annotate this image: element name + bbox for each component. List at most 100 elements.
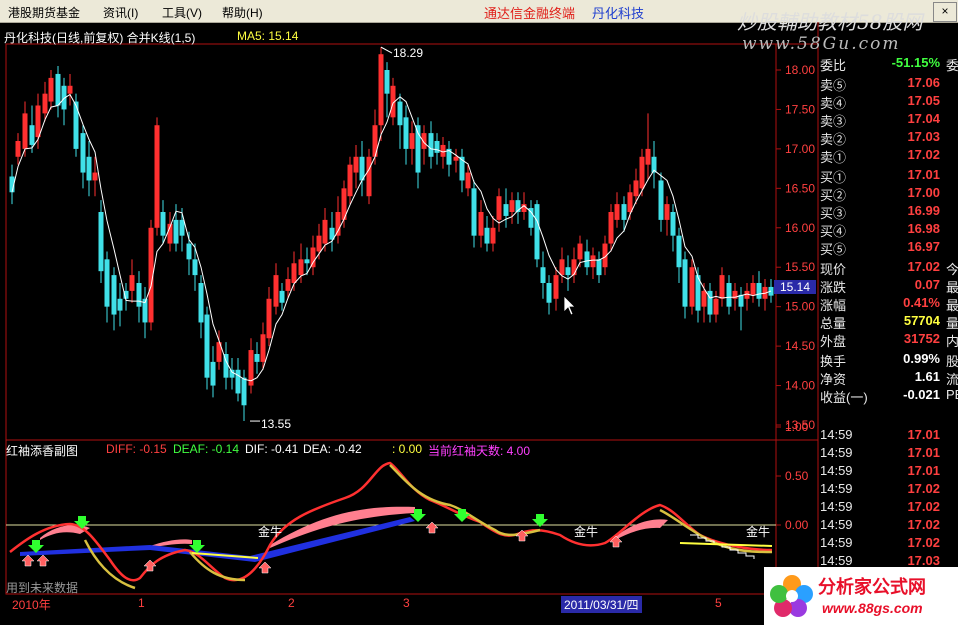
candle-body [428, 133, 434, 157]
candle-body [726, 283, 732, 307]
candle-body [192, 259, 198, 276]
quote-row: 涨跌0.07最高 [818, 276, 958, 295]
candle-body [353, 156, 359, 173]
tick-time: 14:59 [820, 517, 853, 532]
tick-price: 17.02 [907, 535, 940, 550]
candle-body [750, 283, 756, 295]
logo-url: www.88gs.com [822, 600, 923, 616]
quote-value: 1.61 [914, 369, 940, 384]
candle-body [73, 101, 79, 149]
quote-extra: PE [946, 387, 958, 402]
logo-88gs: 分析家公式网 www.88gs.com [764, 567, 958, 625]
quote-value: 17.01 [907, 167, 940, 182]
candle-body [67, 85, 73, 94]
candle-body [465, 172, 471, 189]
candle-body [738, 294, 744, 307]
pink-area [270, 506, 415, 548]
candle-body [241, 377, 247, 406]
quote-row: 买⑤ 16.97 [818, 238, 958, 257]
candle-body [496, 196, 502, 220]
candle-body [229, 369, 235, 378]
buy-arrow-icon [21, 554, 35, 567]
logo-name: 分析家公式网 [818, 577, 926, 597]
tick-price: 17.02 [907, 499, 940, 514]
candle-body [198, 283, 204, 323]
quote-value: 17.05 [907, 93, 940, 108]
candle-body [366, 156, 372, 197]
jinniu-label-3: 金牛 [746, 525, 771, 539]
buy-arrow-icon [425, 521, 439, 534]
chart-canvas[interactable]: 18.00 17.50 17.00 16.50 16.00 15.50 15.00 14.50… [0, 0, 958, 625]
candle-body [621, 204, 627, 220]
candle-body [409, 133, 415, 149]
dif-value: DIF: -0.41 [245, 442, 299, 456]
candle-body [590, 255, 596, 268]
quote-row: 卖⑤ 17.06 [818, 74, 958, 93]
flower-icon [770, 575, 813, 617]
price-tick-label: 18.00 [785, 63, 815, 77]
tick-row: 14:59 17.02 [818, 480, 958, 498]
diff-value: DIFF: -0.15 [106, 442, 167, 456]
quote-row: 买① 17.01 [818, 166, 958, 185]
low-marker: 13.55 [261, 417, 292, 431]
quote-value: 16.97 [907, 239, 940, 254]
candle-body [577, 243, 583, 260]
candle-body [453, 156, 459, 161]
quote-row: 卖① 17.02 [818, 146, 958, 165]
jinniu-label-1: 金牛 [258, 525, 283, 539]
candle-body [173, 219, 179, 244]
candle-body [235, 369, 241, 394]
candle-body [689, 267, 695, 307]
candle-body [117, 298, 123, 311]
red-sleeve-days: 当前红袖天数: 4.00 [428, 444, 531, 458]
candle-body [316, 235, 322, 252]
candle-body [322, 219, 328, 244]
candle-body [347, 164, 353, 197]
candle-body [136, 283, 142, 307]
quote-row: 买④ 16.98 [818, 220, 958, 239]
candle-body [627, 192, 633, 212]
tick-time: 14:59 [820, 499, 853, 514]
tick-time: 14:59 [820, 481, 853, 496]
time-tick: 5 [715, 596, 722, 610]
candle-body [639, 156, 645, 189]
candle-body [129, 275, 135, 291]
candle-body [310, 247, 316, 268]
candle-body [565, 267, 571, 276]
chart-header: 丹化科技(日线,前复权) 合并K线(1,5) [4, 31, 196, 45]
price-tick-label: 17.00 [785, 142, 815, 156]
time-tick: 3 [403, 596, 410, 610]
candle-body [421, 133, 427, 149]
candle-body [484, 227, 490, 244]
candle-body [756, 283, 762, 299]
tick-row: 14:59 17.01 [818, 444, 958, 462]
candle-body [266, 298, 272, 339]
candle-body [471, 188, 477, 236]
candle-body [403, 117, 409, 149]
candle-body [15, 141, 21, 157]
candle-body [676, 235, 682, 268]
candle-body [254, 354, 260, 362]
candle-body [490, 227, 496, 244]
cursor-date: 2011/03/31/四 [561, 596, 642, 613]
candle-body [186, 243, 192, 260]
quote-value: 31752 [903, 331, 940, 346]
ma5-line [11, 93, 772, 382]
quote-value: -51.15% [891, 55, 940, 70]
quote-value: -0.021 [903, 387, 940, 402]
candle-body [98, 212, 104, 272]
buy-arrow-icon [36, 554, 50, 567]
tick-price: 17.03 [907, 553, 940, 568]
quote-row: 净资1.61流通 [818, 368, 958, 387]
candle-body [596, 259, 602, 276]
ma5-label: MA5: 15.14 [237, 29, 299, 43]
quote-value: 16.98 [907, 221, 940, 236]
tick-price: 17.01 [907, 427, 940, 442]
candle-body [559, 259, 565, 276]
candle-body [397, 101, 403, 126]
candle-body [645, 148, 651, 165]
candle-body [509, 200, 515, 212]
quote-extra: 委差 [946, 58, 958, 73]
quote-row: 涨幅0.41%最低 [818, 294, 958, 313]
current-price-tag: 15.14 [774, 280, 816, 294]
